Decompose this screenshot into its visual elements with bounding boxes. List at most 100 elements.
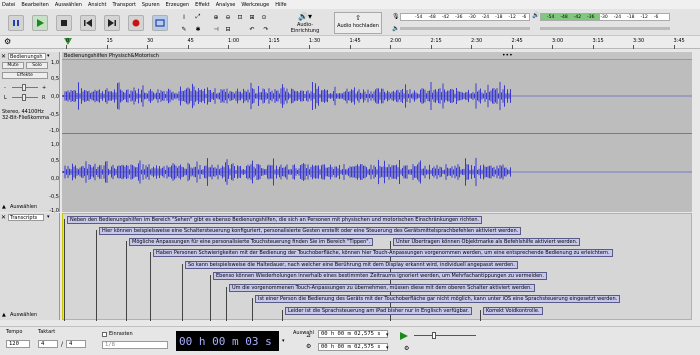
gain-slider-thumb[interactable] (22, 84, 26, 91)
transcript-label[interactable]: Mögliche Anpassungen für eine personalis… (129, 238, 374, 246)
pan-left-label: L (4, 95, 7, 101)
timeline-ruler[interactable]: ⚙ 0 15 30 45 1:00 1:15 1:30 1:45 2:00 2:15 2:30 2:4… (0, 36, 700, 49)
transcript-label[interactable]: Haben Personen Schwierigkeiten mit der B… (153, 249, 613, 257)
stop-button[interactable] (56, 15, 72, 31)
clip-menu-icon[interactable]: ••• (502, 52, 513, 59)
clip-title[interactable]: Bedienungshilfen Physisch&Motorisch (64, 53, 159, 59)
menu-item-2[interactable]: Auswählen (55, 2, 82, 8)
skip-end-button[interactable] (104, 15, 120, 31)
record-meter[interactable]: -54 -48 -42 -36 -30 -24 -18 -12 -6 (400, 13, 530, 21)
zoom-toggle-icon[interactable]: ⊙ (260, 13, 268, 21)
audio-position-settings-icon[interactable]: ⚙ (404, 345, 409, 352)
track-menu-chevron-icon[interactable]: ▾ (47, 53, 50, 59)
record-volume-slider[interactable] (400, 27, 530, 30)
ruler-tick: 3:45 (673, 38, 685, 44)
menu-item-5[interactable]: Spuren (142, 2, 160, 8)
label-track-lane[interactable]: Neben den Bedienungshilfen im Bereich "S… (62, 213, 692, 321)
snap-select[interactable]: 1/8 (102, 341, 168, 349)
playback-volume-slider[interactable] (540, 27, 670, 30)
close-label-track-icon[interactable]: ✕ (1, 214, 6, 221)
effects-button[interactable]: Effekte (2, 72, 48, 79)
undo-icon[interactable]: ↶ (248, 25, 256, 33)
collapse-track-icon[interactable]: ▲ (2, 204, 6, 210)
audio-setup-label: Audio-Einrichtung (290, 22, 320, 34)
rec-meter-tick: -36 (455, 14, 463, 20)
silence-icon[interactable]: ⊟ (224, 25, 232, 33)
transcript-label[interactable]: Leider ist die Sprachsteuerung am iPad b… (285, 307, 472, 315)
menu-item-10[interactable]: Hilfe (275, 2, 286, 8)
amplitude-tick: 0,0 (51, 94, 59, 100)
collapse-label-track-icon[interactable]: ▲ (2, 312, 6, 318)
track-name-menu[interactable]: Bedienungsh (8, 53, 46, 60)
menu-item-4[interactable]: Transport (112, 2, 135, 8)
skip-start-button[interactable] (80, 15, 96, 31)
label-track-chevron-icon[interactable]: ▾ (47, 214, 50, 220)
selection-settings-icon[interactable]: ⚙ (306, 343, 311, 350)
transcript-label[interactable]: Hier können beispielsweise eine Schalter… (99, 227, 522, 235)
ruler-tick: 2:30 (471, 38, 483, 44)
multi-tool-icon[interactable]: ✱ (194, 25, 202, 33)
solo-button[interactable]: Solo (26, 62, 48, 69)
meter-label: Taktart (38, 329, 56, 335)
transcript-label[interactable]: Korrekt Voidkontrolle. (483, 307, 543, 315)
tempo-input[interactable]: 120 (6, 340, 30, 348)
transcript-label[interactable]: Um die vorgenommenen Touch-Anpassungen z… (229, 284, 535, 292)
menu-item-1[interactable]: Bearbeiten (21, 2, 48, 8)
menu-item-3[interactable]: Ansicht (88, 2, 106, 8)
pan-slider-thumb[interactable] (22, 94, 26, 101)
close-track-icon[interactable]: ✕ (1, 53, 6, 60)
label-track-name-menu[interactable]: Transcripts (8, 214, 44, 221)
select-tool-icon[interactable]: I (180, 13, 188, 21)
pause-button[interactable] (8, 15, 24, 31)
select-label-track-button[interactable]: Auswählen (10, 312, 37, 318)
play-meter-tick: -24 (613, 14, 622, 20)
zoom-selection-icon[interactable]: ⊡ (236, 13, 244, 21)
draw-tool-icon[interactable]: ✎ (180, 25, 188, 33)
zoom-in-icon[interactable]: ⊕ (212, 13, 220, 21)
audio-track-lane[interactable]: Bedienungshilfen Physisch&Motorisch ••• (62, 52, 692, 212)
sel-start-chevron-icon[interactable]: ▾ (386, 332, 389, 338)
transcript-label[interactable]: Unter Übertragen können Objektmarke als … (393, 238, 581, 246)
waveform[interactable] (62, 60, 692, 212)
record-button[interactable] (128, 15, 144, 31)
envelope-tool-icon[interactable]: ⤢ (194, 13, 202, 21)
zoom-out-icon[interactable]: ⊖ (224, 13, 232, 21)
trim-icon[interactable]: ⊣ (212, 25, 220, 33)
menu-item-9[interactable]: Werkzeuge (241, 2, 269, 8)
menu-item-0[interactable]: Datei (2, 2, 15, 8)
transcript-label[interactable]: Ist einer Person die Bedienung des Gerät… (255, 295, 621, 303)
stop-icon (61, 20, 67, 26)
sel-end-chevron-icon[interactable]: ▾ (386, 345, 389, 351)
settings-gear-icon[interactable]: ⚙ (4, 37, 11, 46)
rec-meter-tick: -30 (468, 14, 476, 20)
rec-meter-tick: -42 (441, 14, 450, 20)
meter-denominator[interactable]: 4 (66, 340, 86, 348)
ruler-tick: 2:15 (430, 38, 442, 44)
menu-item-8[interactable]: Analyse (216, 2, 236, 8)
zoom-fit-icon[interactable]: ⊞ (248, 13, 256, 21)
mute-button[interactable]: Mute (2, 62, 24, 69)
play-button[interactable] (32, 15, 48, 31)
transcript-label[interactable]: Ebenso können Wiederholungen innerhalb e… (213, 272, 547, 280)
meter-numerator[interactable]: 4 (38, 340, 58, 348)
selection-mode-icon[interactable]: ⊿ (306, 332, 311, 339)
speaker-icon: 🔊▾ (298, 12, 312, 21)
share-audio-button[interactable]: ⇧ Audio hochladen (334, 12, 382, 34)
select-track-button[interactable]: Auswählen (10, 204, 37, 210)
time-display-chevron-icon[interactable]: ▾ (282, 338, 285, 344)
playback-speed-slider[interactable] (414, 335, 476, 336)
redo-icon[interactable]: ↷ (262, 25, 270, 33)
play-at-speed-icon[interactable] (400, 332, 408, 340)
menu-item-7[interactable]: Effekt (195, 2, 210, 8)
audio-setup-button[interactable]: 🔊▾ Audio-Einrichtung (283, 12, 327, 34)
transcript-label[interactable]: Neben den Bedienungshilfen im Bereich "S… (67, 216, 483, 224)
snap-checkbox[interactable] (102, 332, 107, 337)
time-display[interactable]: 00 h 00 m 03 s (176, 331, 279, 351)
playback-speed-thumb[interactable] (432, 332, 436, 339)
selection-start[interactable]: 00 h 00 m 02,575 s (318, 330, 388, 338)
selection-end[interactable]: 00 h 00 m 02,575 s (318, 343, 388, 351)
menu-item-6[interactable]: Erzeugen (166, 2, 190, 8)
loop-button[interactable] (152, 15, 168, 31)
transcript-label[interactable]: So kann beispielsweise die Haltedauer, n… (185, 261, 518, 269)
playback-meter[interactable]: -54 -48 -42 -36 -30 -24 -18 -12 -6 (540, 13, 670, 21)
